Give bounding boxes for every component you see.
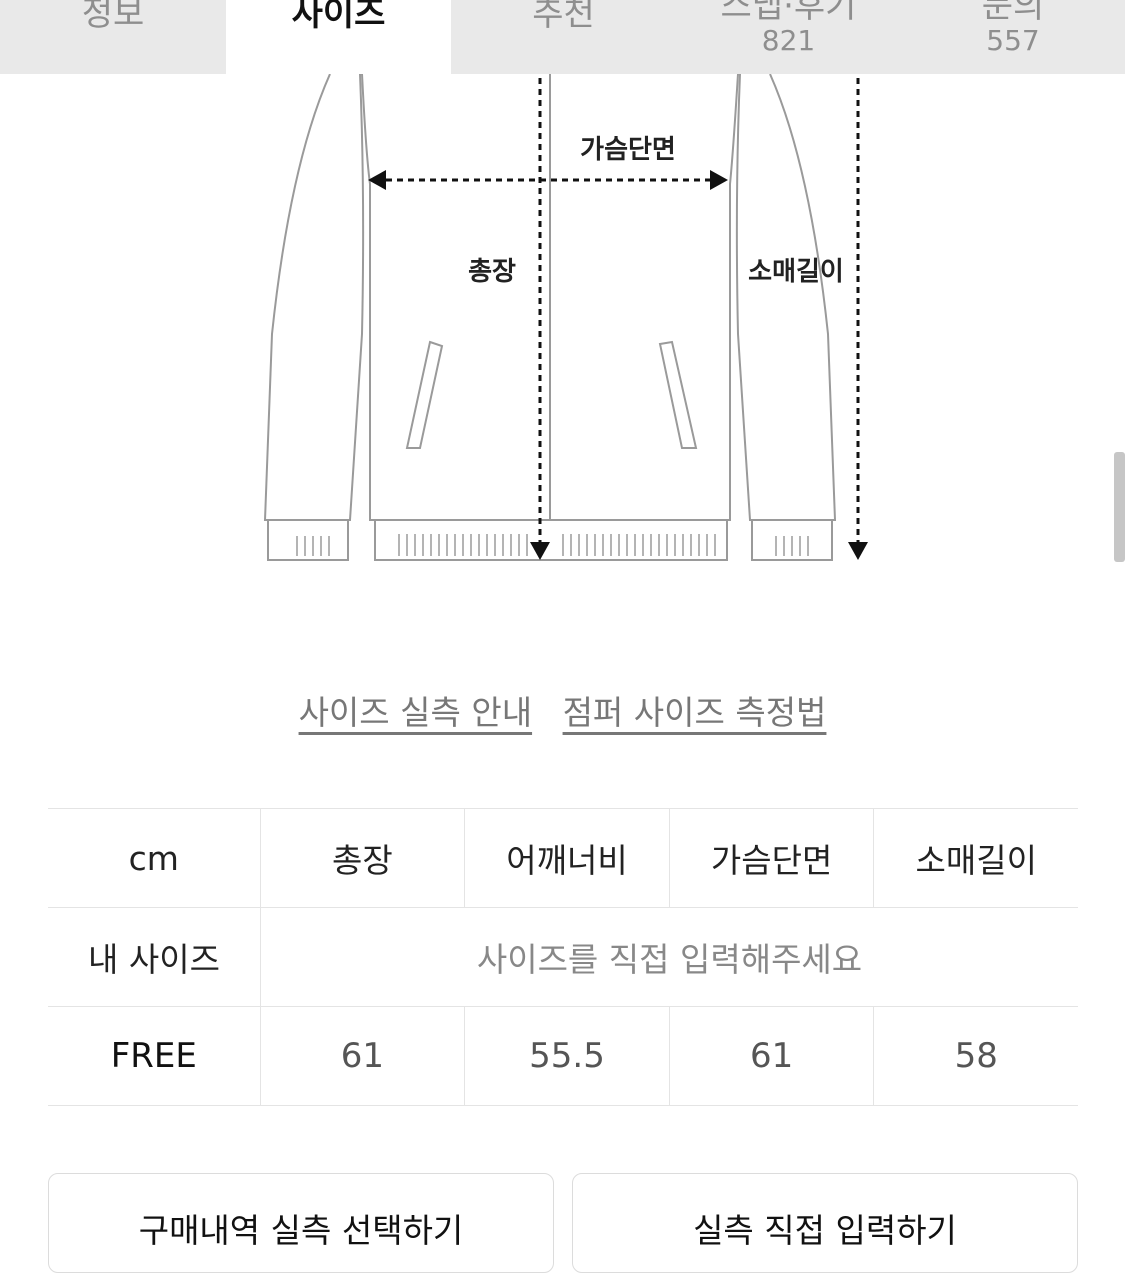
length-arrow-down-icon [530, 542, 550, 560]
jumper-measure-link[interactable]: 점퍼 사이즈 측정법 [563, 693, 827, 732]
size-value: 55.5 [464, 1007, 669, 1105]
right-sleeve [735, 74, 837, 521]
jacket-illustration: 가슴단면 총장 소매길이 [263, 74, 868, 561]
size-table: cm 총장 어깨너비 가슴단면 소매길이 내 사이즈 사이즈를 직접 입력해주세… [48, 808, 1078, 1106]
chest-label: 가슴단면 [580, 135, 676, 165]
tab-snap-review[interactable]: 스냅·후기 821 [676, 0, 901, 74]
table-header-row: cm 총장 어깨너비 가슴단면 소매길이 [48, 808, 1078, 907]
tab-count: 557 [986, 24, 1040, 57]
chest-arrow-right-icon [710, 170, 728, 190]
my-size-input-prompt[interactable]: 사이즈를 직접 입력해주세요 [261, 908, 1078, 1006]
size-value: 61 [668, 1007, 874, 1105]
my-size-label: 내 사이즈 [48, 908, 261, 1006]
left-sleeve [263, 74, 365, 521]
my-size-row[interactable]: 내 사이즈 사이즈를 직접 입력해주세요 [48, 907, 1078, 1006]
table-row: FREE 61 55.5 61 58 [48, 1006, 1078, 1106]
left-pocket [405, 340, 444, 449]
tab-label: 정보 [81, 0, 145, 34]
enter-directly-button[interactable]: 실측 직접 입력하기 [572, 1173, 1078, 1273]
right-pocket [658, 340, 698, 449]
sleeve-label: 소매길이 [748, 257, 844, 287]
sleeve-arrow-down-icon [848, 542, 868, 560]
tab-count: 821 [761, 24, 816, 57]
tab-label: 사이즈 [291, 0, 386, 34]
tab-inquiry[interactable]: 문의 557 [901, 0, 1125, 74]
left-cuff [267, 519, 349, 561]
column-header: 어깨너비 [464, 809, 669, 907]
tab-size[interactable]: 사이즈 [226, 0, 451, 74]
size-value: 58 [873, 1007, 1078, 1105]
guide-links: 사이즈 실측 안내 점퍼 사이즈 측정법 [0, 686, 1125, 734]
size-value: 61 [340, 1036, 385, 1076]
tab-label: 추천 [532, 0, 595, 34]
size-name: FREE [48, 1007, 261, 1105]
ribbing [296, 534, 809, 556]
tab-bar: 정보 사이즈 추천 스냅·후기 821 문의 557 [0, 0, 1125, 74]
column-header: 가슴단면 [668, 809, 874, 907]
scrollbar-thumb[interactable] [1114, 452, 1125, 562]
tab-label: 스냅·후기 [720, 0, 857, 26]
tab-info[interactable]: 정보 [0, 0, 226, 74]
column-header: 총장 [332, 841, 393, 880]
tab-label: 문의 [981, 0, 1045, 26]
column-header: 소매길이 [873, 809, 1078, 907]
size-diagram: 가슴단면 총장 소매길이 [0, 74, 1125, 594]
unit-header: cm [48, 809, 261, 907]
bottom-hem [374, 519, 728, 561]
tab-recommend[interactable]: 추천 [451, 0, 676, 74]
size-guide-link[interactable]: 사이즈 실측 안내 [299, 693, 533, 732]
length-label: 총장 [468, 257, 516, 287]
select-from-purchases-button[interactable]: 구매내역 실측 선택하기 [48, 1173, 554, 1273]
